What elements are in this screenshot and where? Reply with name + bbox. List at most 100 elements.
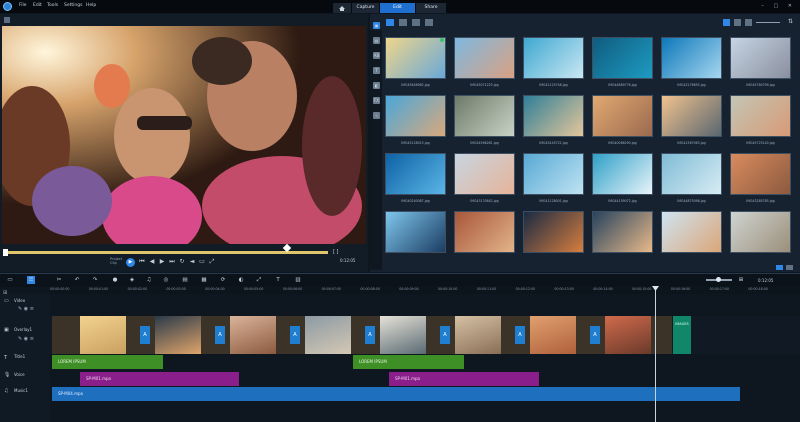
path-icon[interactable]: ∿	[373, 112, 380, 119]
library-thumbnail[interactable]: IMG44159072.jpg	[592, 153, 653, 209]
thumbnail-view-icon[interactable]	[723, 19, 730, 26]
redo-icon[interactable]: ↷	[91, 276, 99, 284]
video-clip[interactable]	[605, 316, 651, 354]
title-clip[interactable]: LOREM IPSUM	[52, 355, 163, 369]
audio-filter-icon[interactable]	[425, 19, 433, 26]
transition-icon[interactable]: A	[215, 326, 225, 344]
photo-filter-icon[interactable]	[412, 19, 420, 26]
home-tab[interactable]	[333, 3, 351, 13]
library-thumbnail[interactable]: IMG41125748.jpg	[523, 37, 584, 93]
library-thumbnail[interactable]: IMG40066290.jpg	[592, 95, 653, 151]
storyboard-view-icon[interactable]: ▭	[6, 276, 14, 284]
timeline-view-icon[interactable]: ☰	[27, 276, 35, 284]
folder-icon[interactable]	[386, 19, 394, 26]
filter-icon[interactable]: FX	[373, 97, 380, 104]
subtitle-editor-icon[interactable]: ▤	[181, 276, 189, 284]
library-options-icon[interactable]	[776, 265, 783, 270]
playhead-line[interactable]	[655, 286, 656, 422]
tab-share[interactable]: Share	[416, 3, 446, 13]
transition-icon[interactable]: A	[440, 326, 450, 344]
transition-icon[interactable]: A	[140, 326, 150, 344]
transition-icon[interactable]: AB	[373, 52, 380, 59]
library-thumbnail[interactable]: IMG45071225.jpg	[454, 37, 515, 93]
menu-help[interactable]: Help	[86, 3, 96, 8]
hd-icon[interactable]: ▭	[198, 257, 206, 266]
trim-start-marker[interactable]	[3, 249, 8, 256]
library-thumbnail[interactable]	[385, 211, 446, 267]
multi-camera-icon[interactable]: ▦	[200, 276, 208, 284]
sound-mixer-icon[interactable]: ◈	[128, 276, 136, 284]
video-clip[interactable]	[80, 316, 126, 354]
instant-project-icon[interactable]: ▤	[373, 37, 380, 44]
menu-tools[interactable]: Tools	[47, 3, 58, 8]
undo-icon[interactable]: ↶	[73, 276, 81, 284]
library-thumbnail[interactable]: IMG41567063.jpg	[661, 95, 722, 151]
library-thumbnail[interactable]: IMG45128015.jpg	[385, 95, 446, 151]
time-ruler[interactable]: 00:00:00:00 00:00:01:00 00:00:02:00 00:00:0…	[50, 286, 800, 294]
library-thumbnail[interactable]: IMG44889776.jpg	[592, 37, 653, 93]
play-button[interactable]: ▶	[126, 258, 135, 267]
scrub-bar[interactable]	[4, 251, 328, 254]
pan-zoom-icon[interactable]: ⤢	[255, 276, 263, 284]
video-filter-icon[interactable]	[399, 19, 407, 26]
menu-settings[interactable]: Settings	[64, 3, 82, 8]
library-thumbnail[interactable]: IMG41128001.jpg	[523, 153, 584, 209]
motion-tracking-icon[interactable]: ◎	[162, 276, 170, 284]
video-clip[interactable]	[305, 316, 351, 354]
video-clip[interactable]	[380, 316, 426, 354]
library-thumbnail[interactable]	[454, 211, 515, 267]
library-thumbnail[interactable]: IMG44875098.jpg	[661, 153, 722, 209]
prev-frame-icon[interactable]: ◀	[148, 257, 156, 266]
library-thumbnail[interactable]	[523, 211, 584, 267]
record-icon[interactable]: ●	[111, 276, 119, 284]
tab-edit[interactable]: Edit	[380, 3, 415, 13]
player-options-icon[interactable]	[4, 17, 10, 23]
video-clip[interactable]	[230, 316, 276, 354]
library-thumbnail[interactable]	[730, 211, 791, 267]
library-thumbnail[interactable]: IMG42276655.jpg	[661, 37, 722, 93]
library-thumbnail[interactable]: IMG40240087.jpg	[385, 153, 446, 209]
thumbnail-size-slider[interactable]	[756, 22, 780, 23]
zoom-knob[interactable]	[716, 277, 721, 282]
project-clip-selector[interactable]: Project Clip	[110, 257, 122, 265]
go-start-icon[interactable]: ⏮	[138, 257, 146, 266]
clip-label[interactable]: Clip	[110, 261, 122, 265]
sort-icon[interactable]: ⇅	[788, 18, 793, 25]
library-thumbnail[interactable]	[661, 211, 722, 267]
mark-in-out-icons[interactable]: [ ]	[333, 249, 339, 255]
go-end-icon[interactable]: ⏭	[168, 257, 176, 266]
voice-clip[interactable]: SP-M01.mpa	[389, 372, 539, 386]
video-clip[interactable]	[530, 316, 576, 354]
video-clip[interactable]	[155, 316, 201, 354]
library-thumbnail[interactable]	[592, 211, 653, 267]
transition-icon[interactable]: A	[515, 326, 525, 344]
title-clip[interactable]: LOREM IPSUM	[353, 355, 464, 369]
overlay-track-controls-icon[interactable]: ✎ ◉ ≡	[18, 336, 34, 342]
next-frame-icon[interactable]: ▶	[158, 257, 166, 266]
voice-clip[interactable]: SP-M01.mpa	[80, 372, 239, 386]
media-icon[interactable]: ▣	[373, 22, 380, 29]
images-clip[interactable]: IMAGES	[673, 316, 691, 354]
tools-icon[interactable]: ✂	[55, 276, 63, 284]
library-thumbnail[interactable]: IMG45780799.jpg	[730, 37, 791, 93]
music-clip[interactable]: SP-M04.mpa	[52, 387, 740, 401]
repeat-icon[interactable]: ↻	[178, 257, 186, 266]
transition-icon[interactable]: A	[590, 326, 600, 344]
split-screen-icon[interactable]: ▥	[294, 276, 302, 284]
enlarge-icon[interactable]: ⤢	[208, 257, 216, 266]
video-clip[interactable]	[455, 316, 501, 354]
details-view-icon[interactable]	[745, 19, 752, 26]
menu-edit[interactable]: Edit	[33, 3, 42, 8]
volume-icon[interactable]: ◄	[188, 257, 196, 266]
transition-icon[interactable]: A	[365, 326, 375, 344]
library-thumbnail[interactable]: IMG43285785.jpg	[730, 153, 791, 209]
library-thumbnail[interactable]: IMG43133642.jpg	[454, 153, 515, 209]
menu-file[interactable]: File	[19, 3, 27, 8]
list-view-icon[interactable]	[734, 19, 741, 26]
time-remap-icon[interactable]: ⟳	[219, 276, 227, 284]
title-icon[interactable]: T	[373, 67, 380, 74]
library-thumbnail[interactable]: IMG45646962.jpg	[385, 37, 446, 93]
video-track-row[interactable]	[50, 295, 800, 315]
library-thumbnail[interactable]: IMG45725140.jpg	[730, 95, 791, 151]
mask-creator-icon[interactable]: ◐	[237, 276, 245, 284]
